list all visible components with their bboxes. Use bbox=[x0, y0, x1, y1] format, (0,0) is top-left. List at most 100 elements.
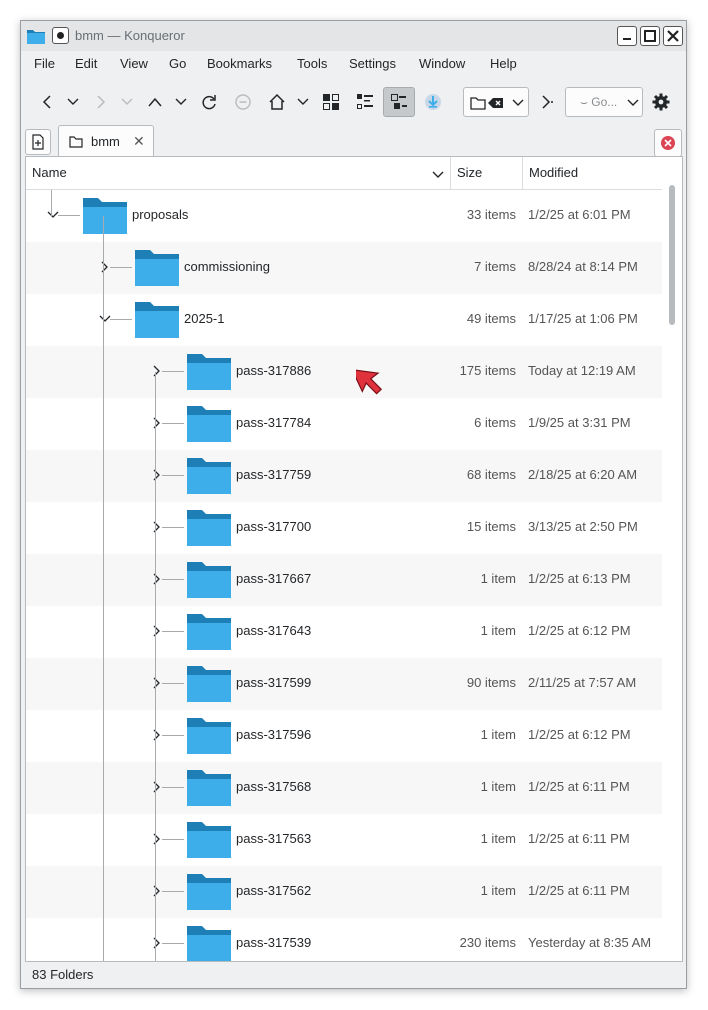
folder-size: 1 item bbox=[480, 727, 516, 742]
up-history-button[interactable] bbox=[173, 87, 189, 117]
folder-name[interactable]: pass-317568 bbox=[236, 779, 311, 794]
scrollbar-thumb[interactable] bbox=[669, 185, 675, 325]
close-window-button[interactable] bbox=[663, 26, 683, 46]
folder-row[interactable]: commissioning 7 items 8/28/24 at 8:14 PM bbox=[26, 242, 662, 294]
folder-size: 1 item bbox=[480, 831, 516, 846]
downloads-button[interactable] bbox=[421, 87, 445, 117]
menu-file[interactable]: File bbox=[34, 56, 55, 71]
folder-row[interactable]: pass-317784 6 items 1/9/25 at 3:31 PM bbox=[26, 398, 662, 450]
folder-row[interactable]: pass-317643 1 item 1/2/25 at 6:12 PM bbox=[26, 606, 662, 658]
location-input[interactable]: ⌣ Go... bbox=[565, 87, 643, 117]
folder-size: 15 items bbox=[466, 519, 516, 534]
folder-name[interactable]: pass-317667 bbox=[236, 571, 311, 586]
tree-branch-line bbox=[162, 527, 184, 528]
folder-icon bbox=[187, 510, 231, 546]
folder-name[interactable]: pass-317539 bbox=[236, 935, 311, 950]
clear-location-combo[interactable] bbox=[463, 87, 529, 117]
location-placeholder: ⌣ Go... bbox=[580, 95, 618, 109]
tab-bmm[interactable]: bmm ✕ bbox=[58, 125, 154, 157]
tree-branch-line bbox=[162, 943, 184, 944]
column-separator[interactable] bbox=[522, 157, 523, 189]
folder-row[interactable]: pass-317596 1 item 1/2/25 at 6:12 PM bbox=[26, 710, 662, 762]
menu-bookmarks[interactable]: Bookmarks bbox=[207, 56, 272, 71]
close-current-tab-button[interactable] bbox=[654, 129, 682, 157]
tree-branch-line bbox=[110, 319, 132, 320]
home-menu-button[interactable] bbox=[295, 87, 311, 117]
folder-name[interactable]: pass-317596 bbox=[236, 727, 311, 742]
folder-size: 230 items bbox=[459, 935, 516, 950]
sort-descending-icon[interactable] bbox=[432, 171, 444, 179]
maximize-button[interactable] bbox=[640, 26, 660, 46]
folder-name[interactable]: pass-317886 bbox=[236, 363, 311, 378]
menu-view[interactable]: View bbox=[120, 56, 148, 71]
window-title: bmm — Konqueror bbox=[75, 28, 185, 43]
folder-name[interactable]: commissioning bbox=[184, 259, 270, 274]
minimize-button[interactable] bbox=[617, 26, 637, 46]
back-history-button[interactable] bbox=[65, 87, 81, 117]
settings-button[interactable] bbox=[650, 87, 672, 117]
tree-trunk-line bbox=[155, 372, 156, 961]
folder-row[interactable]: proposals 33 items 1/2/25 at 6:01 PM bbox=[26, 190, 662, 242]
chevron-down-icon bbox=[627, 99, 639, 106]
menu-edit[interactable]: Edit bbox=[75, 56, 97, 71]
home-button[interactable] bbox=[267, 87, 287, 117]
folder-name[interactable]: 2025-1 bbox=[184, 311, 224, 326]
column-name[interactable]: Name bbox=[32, 165, 67, 180]
folder-row[interactable]: pass-317562 1 item 1/2/25 at 6:11 PM bbox=[26, 866, 662, 918]
tree-branch-line bbox=[162, 371, 184, 372]
folder-row[interactable]: pass-317759 68 items 2/18/25 at 6:20 AM bbox=[26, 450, 662, 502]
folder-name[interactable]: pass-317563 bbox=[236, 831, 311, 846]
folder-row[interactable]: pass-317599 90 items 2/11/25 at 7:57 AM bbox=[26, 658, 662, 710]
menu-go[interactable]: Go bbox=[169, 56, 186, 71]
folder-name[interactable]: pass-317562 bbox=[236, 883, 311, 898]
close-tab-icon[interactable]: ✕ bbox=[133, 133, 145, 150]
menu-tools[interactable]: Tools bbox=[297, 56, 327, 71]
folder-row[interactable]: pass-317886 175 items Today at 12:19 AM bbox=[26, 346, 662, 398]
menu-bar: File Edit View Go Bookmarks Tools Settin… bbox=[21, 51, 686, 77]
folder-name[interactable]: pass-317700 bbox=[236, 519, 311, 534]
folder-icon bbox=[187, 406, 231, 442]
folder-size: 90 items bbox=[466, 675, 516, 690]
column-separator[interactable] bbox=[450, 157, 451, 189]
grid-view-icon bbox=[323, 94, 339, 110]
back-button[interactable] bbox=[37, 87, 57, 117]
folder-name[interactable]: pass-317599 bbox=[236, 675, 311, 690]
forward-history-button[interactable] bbox=[119, 87, 135, 117]
folder-name[interactable]: pass-317759 bbox=[236, 467, 311, 482]
column-modified[interactable]: Modified bbox=[529, 165, 578, 180]
column-size[interactable]: Size bbox=[457, 165, 482, 180]
menu-help[interactable]: Help bbox=[490, 56, 517, 71]
details-view-button[interactable] bbox=[383, 87, 415, 117]
forward-button[interactable] bbox=[91, 87, 111, 117]
folder-name[interactable]: proposals bbox=[132, 207, 188, 222]
go-arrow-icon bbox=[542, 95, 553, 109]
file-list-view[interactable]: Name Size Modified proposals 33 items 1/2/… bbox=[25, 156, 683, 962]
reload-icon bbox=[202, 95, 216, 110]
menu-settings[interactable]: Settings bbox=[349, 56, 396, 71]
download-icon bbox=[425, 94, 441, 110]
up-button[interactable] bbox=[145, 87, 165, 117]
folder-name[interactable]: pass-317643 bbox=[236, 623, 311, 638]
icons-view-button[interactable] bbox=[319, 87, 343, 117]
folder-name[interactable]: pass-317784 bbox=[236, 415, 311, 430]
menu-window[interactable]: Window bbox=[419, 56, 465, 71]
new-tab-button[interactable] bbox=[25, 129, 51, 155]
folder-icon bbox=[187, 770, 231, 806]
folder-row[interactable]: pass-317667 1 item 1/2/25 at 6:13 PM bbox=[26, 554, 662, 606]
stop-button[interactable] bbox=[233, 87, 253, 117]
tree-branch-line bbox=[162, 839, 184, 840]
folder-row[interactable]: pass-317568 1 item 1/2/25 at 6:11 PM bbox=[26, 762, 662, 814]
go-button[interactable] bbox=[537, 87, 557, 117]
reload-button[interactable] bbox=[199, 87, 219, 117]
folder-row[interactable]: pass-317539 230 items Yesterday at 8:35 AM bbox=[26, 918, 662, 961]
folder-size: 1 item bbox=[480, 779, 516, 794]
folder-row[interactable]: pass-317563 1 item 1/2/25 at 6:11 PM bbox=[26, 814, 662, 866]
title-bar[interactable]: bmm — Konqueror bbox=[21, 21, 686, 51]
keep-above-button[interactable] bbox=[52, 27, 69, 44]
mouse-pointer-icon bbox=[356, 368, 383, 395]
home-icon bbox=[269, 93, 285, 110]
folder-row[interactable]: 2025-1 49 items 1/17/25 at 1:06 PM bbox=[26, 294, 662, 346]
compact-view-button[interactable] bbox=[353, 87, 377, 117]
close-icon bbox=[667, 30, 679, 42]
folder-row[interactable]: pass-317700 15 items 3/13/25 at 2:50 PM bbox=[26, 502, 662, 554]
